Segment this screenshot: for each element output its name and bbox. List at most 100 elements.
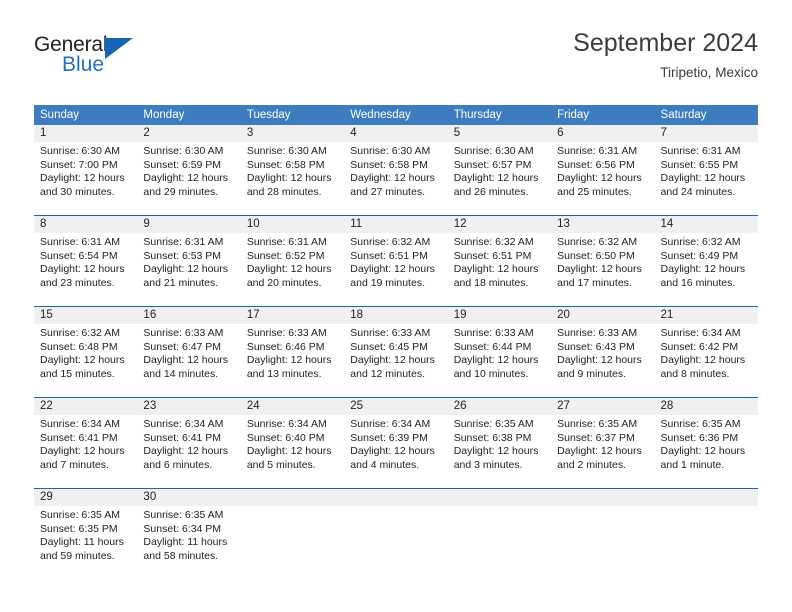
day-number[interactable]: 16 [137,307,240,324]
page-title: September 2024 [573,29,758,57]
day-number[interactable]: 14 [655,216,758,233]
day-cell[interactable]: Sunrise: 6:35 AM Sunset: 6:36 PM Dayligh… [655,415,758,485]
day-cell[interactable]: Sunrise: 6:32 AM Sunset: 6:50 PM Dayligh… [551,233,654,303]
day-number[interactable]: 20 [551,307,654,324]
weekday-header-monday: Monday [143,109,185,121]
daylight-text-line1: Daylight: 12 hours [246,172,332,185]
day-number[interactable]: 22 [34,398,137,415]
daylight-text-line2: and 20 minutes. [246,276,322,289]
day-number[interactable]: 10 [241,216,344,233]
day-number[interactable]: 30 [137,489,240,506]
day-number-empty [655,489,758,506]
day-cell[interactable]: Sunrise: 6:33 AM Sunset: 6:46 PM Dayligh… [241,324,344,394]
week-row: 29 30 Sunrise: 6:35 AM Sunset: 6:35 PM D… [34,489,758,576]
day-cell[interactable]: Sunrise: 6:30 AM Sunset: 6:58 PM Dayligh… [344,142,447,212]
day-cell[interactable]: Sunrise: 6:31 AM Sunset: 6:55 PM Dayligh… [655,142,758,212]
day-cell[interactable]: Sunrise: 6:30 AM Sunset: 6:58 PM Dayligh… [241,142,344,212]
day-cell[interactable]: Sunrise: 6:34 AM Sunset: 6:41 PM Dayligh… [34,415,137,485]
day-number[interactable]: 28 [655,398,758,415]
day-cell[interactable]: Sunrise: 6:33 AM Sunset: 6:45 PM Dayligh… [344,324,447,394]
day-cell[interactable]: Sunrise: 6:32 AM Sunset: 6:51 PM Dayligh… [344,233,447,303]
sunset-text: Sunset: 6:40 PM [246,431,325,444]
day-cell[interactable]: Sunrise: 6:35 AM Sunset: 6:34 PM Dayligh… [137,506,240,576]
day-cell[interactable]: Sunrise: 6:34 AM Sunset: 6:42 PM Dayligh… [655,324,758,394]
sunset-text: Sunset: 6:38 PM [453,431,532,444]
day-number[interactable]: 24 [241,398,344,415]
day-number[interactable]: 5 [448,125,551,142]
sunrise-text: Sunrise: 6:32 AM [453,236,534,248]
day-cell[interactable]: Sunrise: 6:30 AM Sunset: 7:00 PM Dayligh… [34,142,137,212]
daylight-text-line1: Daylight: 12 hours [660,354,746,367]
day-cell[interactable]: Sunrise: 6:33 AM Sunset: 6:43 PM Dayligh… [551,324,654,394]
day-number[interactable]: 3 [241,125,344,142]
daylight-text-line2: and 29 minutes. [143,185,219,198]
day-number[interactable]: 6 [551,125,654,142]
daylight-text-line1: Daylight: 12 hours [453,354,539,367]
day-cell[interactable]: Sunrise: 6:31 AM Sunset: 6:53 PM Dayligh… [137,233,240,303]
daylight-text-line2: and 14 minutes. [143,367,219,380]
sunrise-text: Sunrise: 6:30 AM [143,145,224,157]
day-cell[interactable]: Sunrise: 6:30 AM Sunset: 6:57 PM Dayligh… [448,142,551,212]
day-content-row: Sunrise: 6:35 AM Sunset: 6:35 PM Dayligh… [34,506,758,576]
day-number[interactable]: 19 [448,307,551,324]
day-cell[interactable]: Sunrise: 6:35 AM Sunset: 6:35 PM Dayligh… [34,506,137,576]
sunset-text: Sunset: 6:41 PM [143,431,222,444]
day-cell[interactable]: Sunrise: 6:34 AM Sunset: 6:40 PM Dayligh… [241,415,344,485]
sunrise-text: Sunrise: 6:33 AM [246,327,327,339]
day-number[interactable]: 26 [448,398,551,415]
weekday-header-saturday: Saturday [660,109,707,121]
day-cell[interactable]: Sunrise: 6:30 AM Sunset: 6:59 PM Dayligh… [137,142,240,212]
day-number[interactable]: 25 [344,398,447,415]
day-cell-empty [655,506,758,576]
day-number[interactable]: 9 [137,216,240,233]
daylight-text-line1: Daylight: 12 hours [660,445,746,458]
sunset-text: Sunset: 6:51 PM [453,249,532,262]
day-number[interactable]: 18 [344,307,447,324]
general-blue-logo[interactable]: General Blue [34,34,214,92]
day-cell[interactable]: Sunrise: 6:31 AM Sunset: 6:52 PM Dayligh… [241,233,344,303]
logo-text-blue: Blue [62,53,105,76]
day-cell[interactable]: Sunrise: 6:31 AM Sunset: 6:54 PM Dayligh… [34,233,137,303]
day-number-empty [344,489,447,506]
day-number[interactable]: 27 [551,398,654,415]
day-cell[interactable]: Sunrise: 6:34 AM Sunset: 6:39 PM Dayligh… [344,415,447,485]
daylight-text-line1: Daylight: 11 hours [143,536,228,549]
day-number[interactable]: 29 [34,489,137,506]
daylight-text-line2: and 5 minutes. [246,458,316,471]
day-cell[interactable]: Sunrise: 6:32 AM Sunset: 6:49 PM Dayligh… [655,233,758,303]
day-number-band: 1 2 3 4 5 6 7 [34,125,758,142]
day-number[interactable]: 21 [655,307,758,324]
day-number[interactable]: 17 [241,307,344,324]
daylight-text-line1: Daylight: 12 hours [350,172,435,185]
day-number[interactable]: 7 [655,125,758,142]
day-number[interactable]: 11 [344,216,447,233]
page-subtitle: Tiripetio, Mexico [660,65,758,80]
sunset-text: Sunset: 6:37 PM [557,431,635,444]
day-number[interactable]: 4 [344,125,447,142]
day-cell[interactable]: Sunrise: 6:33 AM Sunset: 6:47 PM Dayligh… [137,324,240,394]
day-cell[interactable]: Sunrise: 6:32 AM Sunset: 6:48 PM Dayligh… [34,324,137,394]
day-number[interactable]: 13 [551,216,654,233]
day-number[interactable]: 12 [448,216,551,233]
day-cell[interactable]: Sunrise: 6:31 AM Sunset: 6:56 PM Dayligh… [551,142,654,212]
day-cell[interactable]: Sunrise: 6:35 AM Sunset: 6:37 PM Dayligh… [551,415,654,485]
sunrise-text: Sunrise: 6:34 AM [246,418,327,430]
day-number[interactable]: 15 [34,307,137,324]
sunset-text: Sunset: 6:54 PM [40,249,118,262]
sunrise-text: Sunrise: 6:35 AM [143,509,224,521]
daylight-text-line2: and 15 minutes. [40,367,115,380]
day-number[interactable]: 1 [34,125,137,142]
sunrise-text: Sunrise: 6:33 AM [557,327,638,339]
day-number[interactable]: 8 [34,216,137,233]
day-cell[interactable]: Sunrise: 6:35 AM Sunset: 6:38 PM Dayligh… [448,415,551,485]
day-cell[interactable]: Sunrise: 6:34 AM Sunset: 6:41 PM Dayligh… [137,415,240,485]
sunrise-text: Sunrise: 6:31 AM [143,236,224,248]
day-number-empty [241,489,344,506]
daylight-text-line1: Daylight: 11 hours [40,536,124,549]
day-number[interactable]: 23 [137,398,240,415]
day-cell[interactable]: Sunrise: 6:33 AM Sunset: 6:44 PM Dayligh… [448,324,551,394]
day-number[interactable]: 2 [137,125,240,142]
sunrise-text: Sunrise: 6:34 AM [40,418,120,430]
sunset-text: Sunset: 6:58 PM [246,158,325,171]
day-cell[interactable]: Sunrise: 6:32 AM Sunset: 6:51 PM Dayligh… [448,233,551,303]
